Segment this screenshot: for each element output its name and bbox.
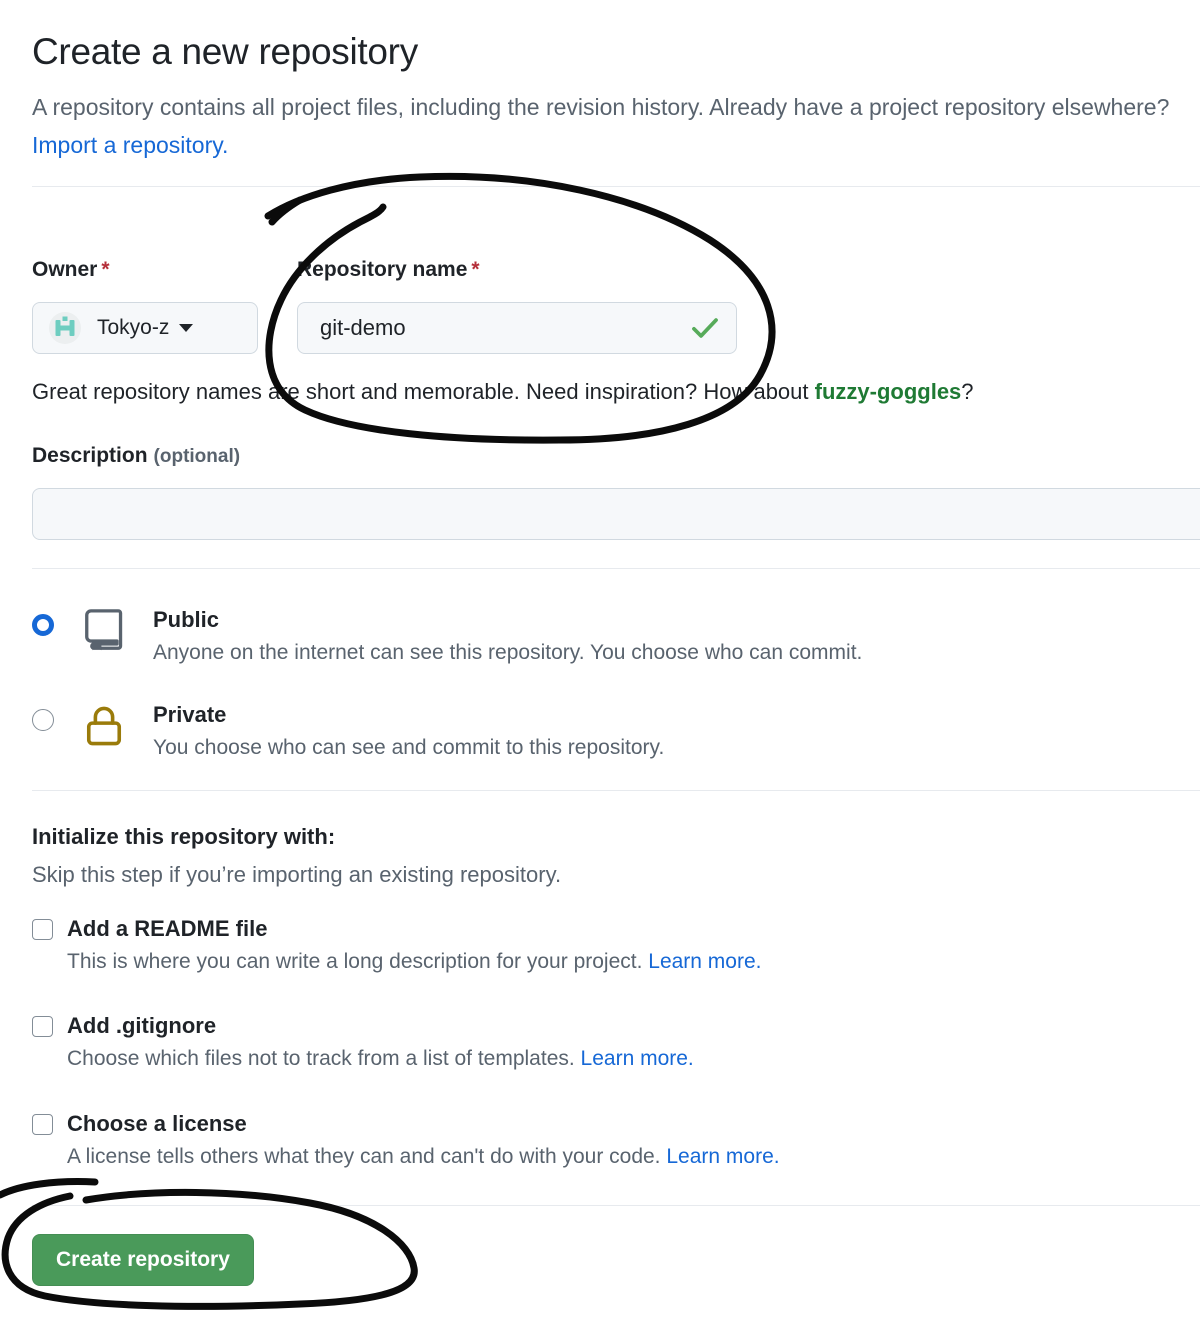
repository-name-input[interactable] [320,315,688,341]
initialize-heading: Initialize this repository with: [32,824,336,849]
initialize-license-learn-more-link[interactable]: Learn more. [666,1145,779,1168]
owner-dropdown[interactable]: Tokyo-z [32,302,258,354]
initialize-gitignore-description-text: Choose which files not to track from a l… [67,1047,581,1070]
initialize-readme-learn-more-link[interactable]: Learn more. [648,950,761,973]
initialize-readme-description: This is where you can write a long descr… [67,950,762,974]
chevron-down-icon [179,324,194,332]
divider-submit [32,1205,1200,1206]
radio-public[interactable] [32,614,54,636]
initialize-license-description: A license tells others what they can and… [67,1145,780,1169]
description-optional-tag: (optional) [153,446,241,467]
repo-name-annotation-tail [268,196,304,226]
owner-field-group: Owner * Tokyo-z [32,258,258,354]
repository-name-hint-suffix: ? [961,379,974,404]
visibility-public-description: Anyone on the internet can see this repo… [153,641,863,664]
owner-name-value: Tokyo-z [97,316,170,339]
visibility-option-public[interactable]: Public Anyone on the internet can see th… [32,606,862,668]
initialize-readme-header: Add a README file [32,916,762,942]
check-icon [692,318,718,338]
initialize-subheading: Skip this step if you’re importing an ex… [32,862,562,887]
create-repository-page: Create a new repository A repository con… [0,0,1200,1338]
divider-visibility [32,568,1200,569]
visibility-public-text: Public Anyone on the internet can see th… [153,606,862,668]
description-input[interactable] [32,488,1200,540]
owner-label: Owner * [32,258,258,282]
initialize-gitignore-header: Add .gitignore [32,1013,694,1039]
initialize-readme-title: Add a README file [67,916,268,941]
repo-book-icon [85,609,123,651]
visibility-private-title: Private [153,702,227,727]
repository-name-field[interactable] [297,302,737,354]
radio-private[interactable] [32,709,54,731]
visibility-public-title: Public [153,607,220,632]
repository-name-required-marker: * [471,258,480,281]
lock-icon [86,706,122,746]
visibility-private-text: Private You choose who can see and commi… [153,701,664,763]
description-label-text: Description [32,444,148,467]
visibility-option-private[interactable]: Private You choose who can see and commi… [32,701,664,763]
description-label: Description (optional) [32,444,240,468]
initialize-license-header: Choose a license [32,1111,780,1137]
page-title: Create a new repository [32,31,418,72]
page-description: A repository contains all project files,… [32,88,1200,164]
initialize-gitignore-title: Add .gitignore [67,1013,217,1038]
initialize-gitignore-learn-more-link[interactable]: Learn more. [581,1047,694,1070]
create-repository-button[interactable]: Create repository [32,1234,254,1286]
repository-name-label-text: Repository name [297,258,468,281]
import-repository-link[interactable]: Import a repository. [32,132,228,158]
repository-name-suggestion[interactable]: fuzzy-goggles [815,379,962,404]
initialize-license-title: Choose a license [67,1111,247,1136]
visibility-private-description: You choose who can see and commit to thi… [153,736,665,759]
repository-name-hint: Great repository names are short and mem… [32,379,974,405]
initialize-license-description-text: A license tells others what they can and… [67,1145,667,1168]
checkbox-add-gitignore[interactable] [32,1015,53,1037]
user-avatar-identicon [49,312,81,344]
owner-required-marker: * [101,258,110,281]
checkbox-choose-license[interactable] [32,1113,53,1135]
repository-name-label: Repository name * [297,258,737,282]
initialize-readme-description-text: This is where you can write a long descr… [67,950,649,973]
checkbox-add-readme[interactable] [32,918,53,940]
owner-label-text: Owner [32,258,98,281]
initialize-item-readme[interactable]: Add a README file This is where you can … [32,916,762,974]
initialize-item-license[interactable]: Choose a license A license tells others … [32,1111,780,1169]
repository-name-hint-text: Great repository names are short and mem… [32,379,815,404]
repository-name-field-group: Repository name * [297,258,737,354]
create-button-annotation-tail [0,1178,99,1199]
divider-top [32,186,1200,187]
divider-initialize [32,790,1200,791]
initialize-gitignore-description: Choose which files not to track from a l… [67,1047,694,1071]
page-description-text: A repository contains all project files,… [32,94,1170,120]
initialize-item-gitignore[interactable]: Add .gitignore Choose which files not to… [32,1013,694,1071]
